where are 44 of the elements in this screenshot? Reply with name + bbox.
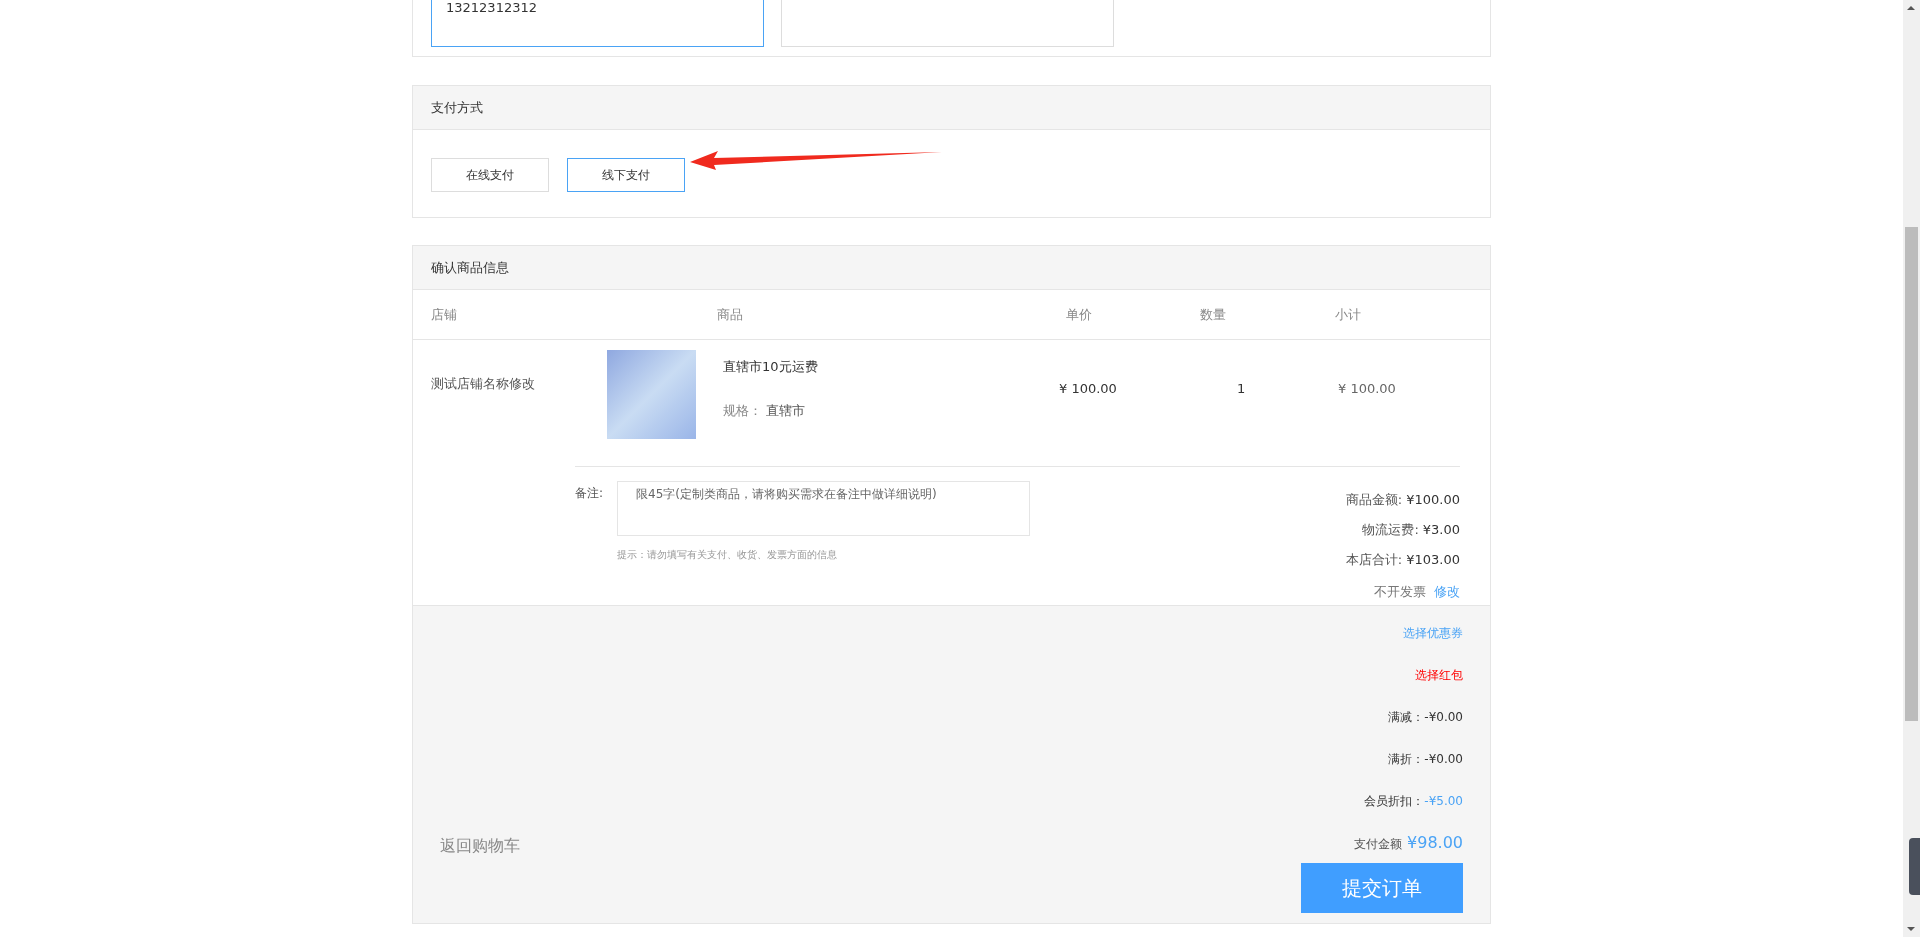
spec-label: 规格：: [723, 402, 762, 420]
column-header: 小计: [1334, 305, 1362, 324]
summary-label: 本店合计:: [1345, 552, 1403, 567]
column-header: 店铺: [431, 305, 458, 324]
discount-value: -¥0.00: [1424, 752, 1463, 766]
back-to-cart-link[interactable]: 返回购物车: [440, 836, 520, 857]
column-header: 单价: [1065, 305, 1093, 324]
summary-value: ¥100.00: [1406, 492, 1460, 507]
panel-title: 支付方式: [413, 86, 1490, 130]
total-amount: ¥98.00: [1407, 833, 1463, 852]
column-header: 数量: [1200, 305, 1227, 324]
discount-label: 满减：: [1388, 710, 1425, 724]
submit-order-button[interactable]: 提交订单: [1301, 863, 1463, 913]
payment-option-button[interactable]: 线下支付: [567, 158, 685, 192]
total-label: 支付金额: [1354, 836, 1402, 853]
discount-value: -¥0.00: [1424, 710, 1463, 724]
scrollbar[interactable]: [1903, 0, 1920, 937]
column-header: 商品: [716, 305, 744, 324]
edit-invoice-link[interactable]: 修改: [1434, 584, 1460, 599]
note-field[interactable]: 限45字(定制类商品，请将购买需求在备注中做详细说明): [617, 481, 1031, 536]
discount-label: 会员折扣：: [1364, 794, 1425, 808]
quantity: 1: [1236, 380, 1247, 398]
floating-widget-icon[interactable]: [1909, 838, 1920, 895]
payment-option-button[interactable]: 在线支付: [431, 158, 549, 192]
discount-value: -¥5.00: [1424, 794, 1463, 808]
address-card[interactable]: [781, 0, 1114, 47]
address-card[interactable]: 13212312312: [431, 0, 764, 47]
address-text: 13212312312: [446, 0, 537, 15]
panel-title: 确认商品信息: [413, 246, 1490, 290]
summary-value: ¥3.00: [1422, 522, 1460, 537]
note-label: 备注:: [575, 485, 604, 502]
product-title[interactable]: 直辖市10元运费: [723, 358, 818, 376]
store-name: 测试店铺名称修改: [431, 375, 536, 393]
invoice-status: 不开发票: [1374, 584, 1426, 599]
subtotal: ¥ 100.00: [1337, 380, 1397, 398]
summary-value: ¥103.00: [1406, 552, 1460, 567]
select-coupon-link[interactable]: 选择优惠券: [1403, 623, 1463, 665]
summary-label: 商品金额:: [1345, 492, 1403, 507]
discount-label: 满折：: [1388, 752, 1425, 766]
select-gift-packet-link[interactable]: 选择红包: [1415, 665, 1463, 707]
spec-value: 直辖市: [766, 402, 805, 420]
note-hint: 提示：请勿填写有关支付、收货、发票方面的信息: [617, 548, 839, 562]
unit-price: ¥ 100.00: [1059, 380, 1118, 398]
summary-label: 物流运费:: [1362, 522, 1419, 537]
